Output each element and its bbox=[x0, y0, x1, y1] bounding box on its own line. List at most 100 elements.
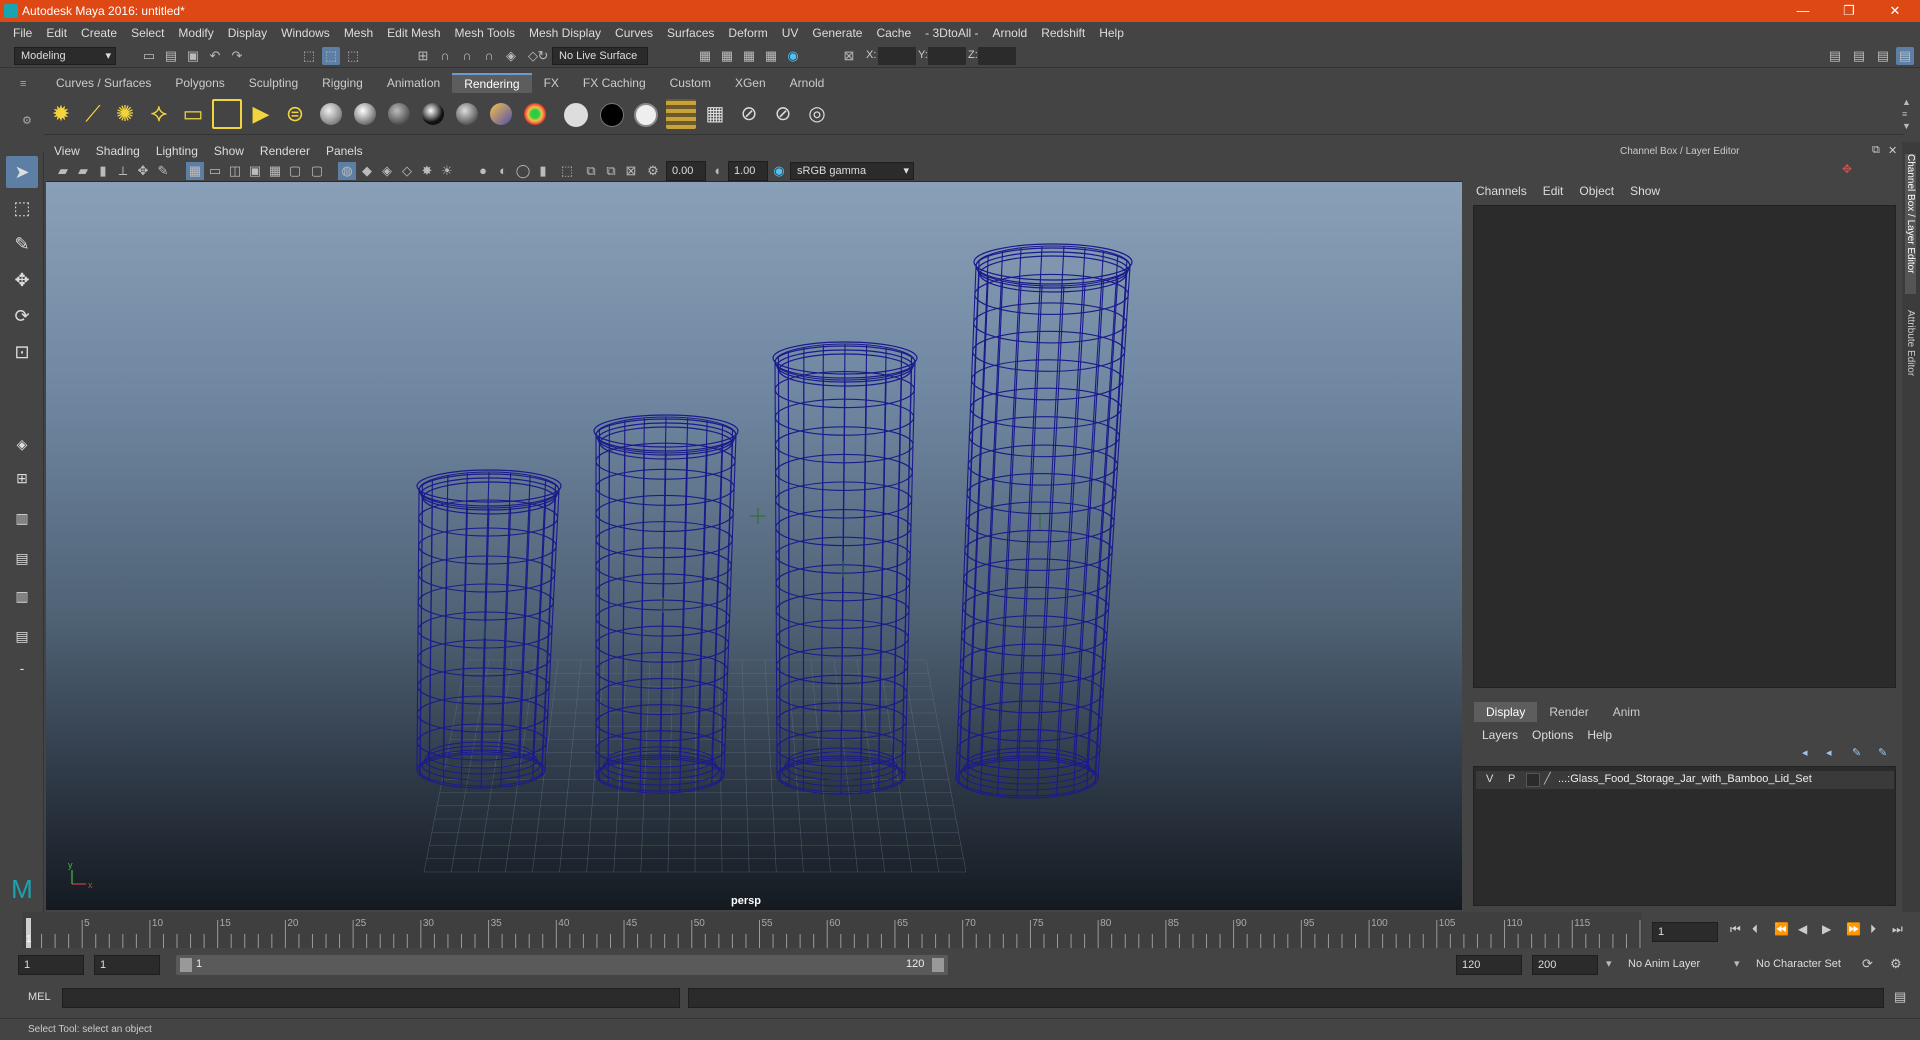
ambient-light-icon[interactable]: ✹ bbox=[46, 99, 76, 129]
new-scene-icon[interactable]: ▭ bbox=[140, 47, 158, 65]
image-plane-icon[interactable]: ⟂ bbox=[114, 162, 132, 180]
play-backwards-icon[interactable]: ◀ bbox=[1798, 922, 1807, 936]
rotate-tool-icon[interactable]: ⟳ bbox=[6, 300, 38, 332]
snap-view-icon[interactable]: ∩ bbox=[480, 47, 498, 65]
safe-title-icon[interactable]: ▢ bbox=[308, 162, 326, 180]
menu-arnold[interactable]: Arnold bbox=[986, 26, 1035, 40]
lasso-tool-icon[interactable]: ⬚ bbox=[6, 192, 38, 224]
menu-3dtoall[interactable]: - 3DtoAll - bbox=[918, 26, 985, 40]
uv-editor-layout-icon[interactable]: ▤ bbox=[6, 620, 38, 652]
shelf-scroll-up-icon[interactable]: ▲ bbox=[1902, 97, 1911, 107]
step-back-frame-icon[interactable]: ⏴ bbox=[1752, 922, 1758, 937]
scene-canvas[interactable]: x y persp bbox=[46, 182, 1462, 910]
menu-uv[interactable]: UV bbox=[775, 26, 806, 40]
shelf-tab-arnold[interactable]: Arnold bbox=[777, 73, 837, 93]
gamma-field[interactable]: 1.00 bbox=[728, 161, 768, 181]
layered-shader-icon[interactable] bbox=[490, 103, 512, 125]
volume-light-icon[interactable] bbox=[212, 99, 242, 129]
menu-select[interactable]: Select bbox=[124, 26, 171, 40]
script-editor-icon[interactable]: ▤ bbox=[1894, 989, 1906, 1005]
layer-menu-layers[interactable]: Layers bbox=[1482, 728, 1518, 742]
single-perspective-layout-icon[interactable]: ◈ bbox=[6, 428, 38, 460]
float-panel-icon[interactable]: ⧉ bbox=[1872, 144, 1880, 157]
redo-icon[interactable]: ↷ bbox=[228, 47, 246, 65]
new-layer-selected-icon[interactable]: ✎ bbox=[1878, 746, 1887, 759]
persp-outliner-layout-icon[interactable]: ▥ bbox=[6, 502, 38, 534]
directional-light-icon[interactable]: ⟋ bbox=[78, 99, 108, 129]
scene-start-field[interactable]: 1 bbox=[18, 955, 84, 975]
character-set-dropdown[interactable]: No Character Set bbox=[1756, 958, 1841, 970]
command-input[interactable] bbox=[62, 988, 680, 1008]
menu-file[interactable]: File bbox=[6, 26, 39, 40]
field-chart-icon[interactable]: ▦ bbox=[266, 162, 284, 180]
shelf-tab-rendering[interactable]: Rendering bbox=[452, 73, 532, 93]
xray-components-icon[interactable]: ⊠ bbox=[622, 162, 640, 180]
select-object-icon[interactable]: ⬚ bbox=[322, 47, 340, 65]
layer-tab-display[interactable]: Display bbox=[1474, 702, 1538, 722]
use-all-lights-icon[interactable]: ✸ bbox=[418, 162, 436, 180]
layer-menu-options[interactable]: Options bbox=[1532, 728, 1573, 742]
jar-wireframe-1[interactable] bbox=[416, 469, 562, 789]
isolate-select-icon[interactable]: ⬚ bbox=[558, 162, 576, 180]
channel-box-area[interactable] bbox=[1473, 205, 1896, 688]
use-background-icon[interactable] bbox=[600, 103, 624, 127]
go-to-end-icon[interactable]: ⏭ bbox=[1892, 922, 1903, 937]
menu-surfaces[interactable]: Surfaces bbox=[660, 26, 721, 40]
attribute-editor-icon[interactable]: ▤ bbox=[1850, 47, 1868, 65]
shelf-tab-xgen[interactable]: XGen bbox=[722, 73, 778, 93]
more-layouts-icon[interactable]: - bbox=[6, 652, 38, 684]
move-tool-icon[interactable]: ✥ bbox=[6, 264, 38, 296]
restore-button[interactable]: ❐ bbox=[1826, 0, 1872, 22]
menu-help[interactable]: Help bbox=[1092, 26, 1131, 40]
gamma-icon[interactable]: ◖ bbox=[708, 162, 726, 180]
grease-pencil-icon[interactable]: ✎ bbox=[154, 162, 172, 180]
hypershade-layout-icon[interactable]: ▥ bbox=[6, 580, 38, 612]
menu-create[interactable]: Create bbox=[74, 26, 124, 40]
manipulator-icon[interactable]: ✥ bbox=[1842, 162, 1852, 176]
viewport-menu-panels[interactable]: Panels bbox=[318, 144, 371, 158]
menu-curves[interactable]: Curves bbox=[608, 26, 660, 40]
menu-mesh-tools[interactable]: Mesh Tools bbox=[448, 26, 522, 40]
layer-color-swatch[interactable] bbox=[1526, 773, 1540, 787]
shelf-tab-fx[interactable]: FX bbox=[531, 73, 571, 93]
animation-preferences-icon[interactable]: ⚙ bbox=[1890, 956, 1902, 972]
menu-generate[interactable]: Generate bbox=[805, 26, 869, 40]
viewport-menu-lighting[interactable]: Lighting bbox=[148, 144, 206, 158]
snap-grid-icon[interactable]: ⊞ bbox=[414, 47, 432, 65]
point-light-icon[interactable]: ✺ bbox=[110, 99, 140, 129]
range-bar[interactable]: 1 120 bbox=[176, 955, 948, 975]
layer-menu-help[interactable]: Help bbox=[1587, 728, 1612, 742]
anisotropic-icon[interactable] bbox=[456, 103, 478, 125]
shelf-settings-icon[interactable]: ⚙ bbox=[22, 114, 32, 127]
timeline-ruler[interactable]: 5 10 15 20 25 30 35 40 45 50 55 60 65 70 75 80 85 90 95 100… bbox=[22, 912, 1642, 948]
step-back-key-icon[interactable]: ⏪ bbox=[1774, 922, 1789, 936]
z-input[interactable] bbox=[978, 47, 1016, 65]
shelf-menu-icon[interactable]: ≡ bbox=[20, 78, 26, 90]
undo-icon[interactable]: ↶ bbox=[206, 47, 224, 65]
bookmark-icon[interactable]: ▮ bbox=[94, 162, 112, 180]
shelf-tab-curves-surfaces[interactable]: Curves / Surfaces bbox=[44, 73, 164, 93]
motion-blur-icon[interactable]: ◐ bbox=[494, 162, 512, 180]
shelf-tab-rigging[interactable]: Rigging bbox=[310, 73, 375, 93]
shelf-tab-fx-caching[interactable]: FX Caching bbox=[570, 73, 658, 93]
play-forwards-icon[interactable]: ▶ bbox=[1822, 922, 1831, 936]
color-management-icon[interactable]: ◉ bbox=[770, 162, 788, 180]
render-settings-shelf-icon[interactable]: ⊘ bbox=[768, 99, 798, 129]
shelf-tab-custom[interactable]: Custom bbox=[657, 73, 723, 93]
menu-redshift[interactable]: Redshift bbox=[1034, 26, 1092, 40]
xray-joints-icon[interactable]: ⧉ bbox=[602, 162, 620, 180]
snap-point-icon[interactable]: ∩ bbox=[458, 47, 476, 65]
persp-graph-layout-icon[interactable]: ▤ bbox=[6, 542, 38, 574]
move-layer-up-icon[interactable]: ◂ bbox=[1802, 746, 1808, 759]
surface-shader-icon[interactable] bbox=[564, 103, 588, 127]
scene-end-field[interactable]: 200 bbox=[1532, 955, 1598, 975]
jar-wireframe-2[interactable] bbox=[593, 414, 739, 794]
camera-icon[interactable]: ▶ bbox=[246, 99, 276, 129]
select-tool-icon[interactable]: ➤ bbox=[6, 156, 38, 188]
select-hierarchy-icon[interactable]: ⬚ bbox=[300, 47, 318, 65]
command-language-label[interactable]: MEL bbox=[28, 991, 51, 1003]
scale-tool-icon[interactable]: ⊡ bbox=[6, 336, 38, 368]
make-live-icon[interactable]: ↻ bbox=[534, 47, 552, 65]
layer-list[interactable]: V P ╱ ...:Glass_Food_Storage_Jar_with_Ba… bbox=[1473, 766, 1896, 906]
playback-end-field[interactable]: 120 bbox=[1456, 955, 1522, 975]
